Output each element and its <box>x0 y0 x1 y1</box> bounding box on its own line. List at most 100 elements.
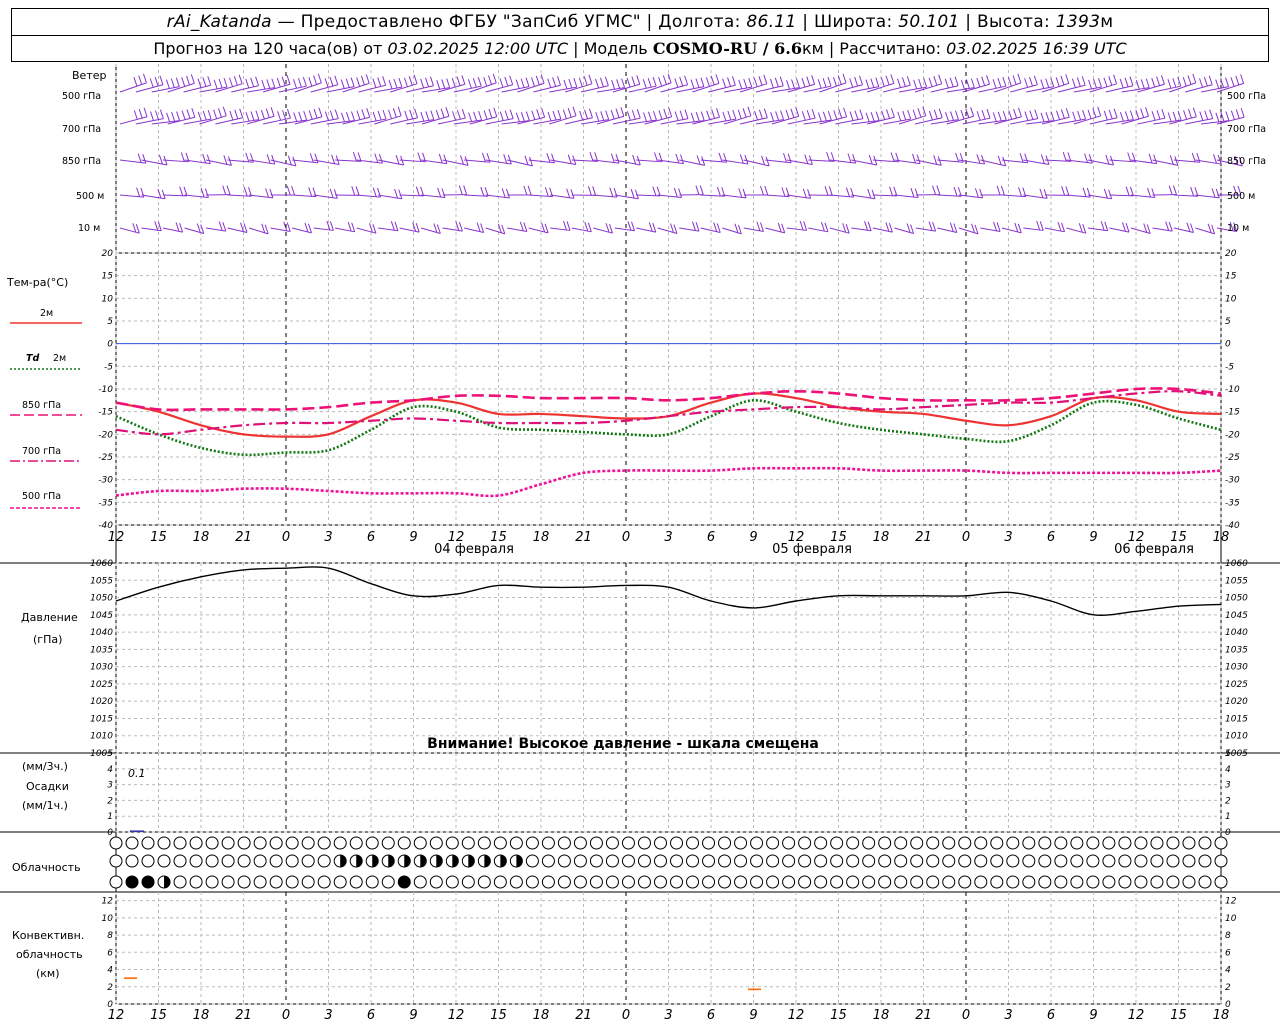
wind-barb-flag <box>436 80 441 90</box>
cloud-cover-symbol <box>670 854 684 868</box>
wind-barb-flag <box>250 77 255 87</box>
bottom-xtick-label: 6 <box>367 1008 375 1023</box>
temp-xtick-label: 9 <box>749 530 757 545</box>
temp-xtick-label: 9 <box>1089 530 1097 545</box>
legend-500-label: 500 гПа <box>22 491 61 502</box>
wind-barb-flag <box>838 108 843 119</box>
wind-barb-flag <box>1156 76 1161 86</box>
cloud-cover-symbol <box>910 836 924 850</box>
wind-barb-flag <box>1215 79 1220 89</box>
series-pressure-line <box>115 566 1222 616</box>
wind-barb <box>1087 194 1112 200</box>
cloud-cover-symbol <box>942 875 956 889</box>
cloud-cover-symbol <box>413 875 427 889</box>
wind-barb-flag <box>461 75 466 85</box>
wind-barb-flag <box>690 112 695 122</box>
wind-barb-flag <box>928 110 933 121</box>
wind-barb <box>292 194 317 198</box>
wind-barb-flag <box>826 151 831 162</box>
wind-barb-flag <box>981 110 986 120</box>
wind-barb <box>442 227 463 232</box>
precip-title: Осадки <box>26 780 69 793</box>
wind-barb-flag <box>897 111 902 122</box>
cloud-cover-symbol <box>269 875 283 889</box>
wind-barb-flag <box>700 111 705 121</box>
tick-labels: 20 2015 1510 105 50 0-5 -5-10 -10-15 -15-20 -20-2… <box>90 249 1248 1023</box>
cloud-cover-symbol <box>1182 836 1196 850</box>
cloud-cover-symbol <box>253 854 267 868</box>
cloud-cover-symbol <box>990 836 1004 850</box>
wind-barb-flag <box>179 223 184 233</box>
wind-barb-flag <box>875 77 880 87</box>
bottom-xtick-label: 9 <box>749 1008 757 1023</box>
wind-barb-flag <box>796 78 800 88</box>
cloud-cover-symbol <box>541 836 555 850</box>
cloud-cover-symbol <box>718 836 732 850</box>
wind-barb-flag <box>318 107 323 117</box>
wind-barb-flag <box>722 111 727 122</box>
wind-barb-flag <box>642 79 647 89</box>
cloud-cover-symbol <box>125 854 139 868</box>
cloud-cover-partial <box>484 855 491 867</box>
wind-barb <box>356 227 377 234</box>
wind-barb-flag <box>382 76 387 86</box>
wind-barb-flag <box>154 110 159 120</box>
wind-barb-flag <box>631 76 636 86</box>
wind-barb-flag <box>150 111 154 121</box>
wind-barb-flag <box>870 112 875 122</box>
wind-barb-flag <box>570 189 575 199</box>
wind-barb-flag <box>132 223 137 233</box>
cloud-cover-symbol <box>1118 875 1132 889</box>
wind-barb-flag <box>960 80 965 90</box>
wind-barb-flag <box>181 110 186 120</box>
temp-ytick-left: -30 <box>98 476 113 486</box>
wind-level-700hpa-left: 700 гПа <box>62 124 101 135</box>
wind-barb-flag <box>541 108 546 118</box>
cloud-cover-symbol <box>317 854 331 868</box>
cloud-cover-symbol <box>702 854 716 868</box>
wind-barb-flag <box>833 77 837 87</box>
wind-barb-flag <box>566 188 571 198</box>
wind-barb-flag <box>868 154 873 165</box>
wind-barb-flag <box>758 76 763 86</box>
wind-barb-flag <box>149 78 154 88</box>
conv-ytick-right: 2 <box>1225 983 1231 993</box>
wind-barb-flag <box>1119 78 1124 89</box>
wind-barb-flag <box>180 152 185 162</box>
wind-barb-flag <box>1060 75 1065 86</box>
cloud-cover-symbol <box>253 836 267 850</box>
temp-ytick-right: 0 <box>1225 340 1231 350</box>
wind-barb <box>464 227 484 233</box>
wind-barb-flag <box>910 187 915 198</box>
wind-barb-flag <box>715 74 720 84</box>
wind-barb-flag <box>643 112 647 122</box>
wind-barb-flag <box>799 220 804 231</box>
precip-ytick-left: 4 <box>107 765 113 775</box>
wind-barb-flag <box>472 78 477 88</box>
pressure-ytick-left: 1060 <box>90 559 113 569</box>
wind-barb-flag <box>764 185 769 196</box>
wind-barb <box>1173 227 1194 233</box>
cloud-cover-symbol <box>445 836 459 850</box>
wind-barb-flag <box>912 109 917 119</box>
temp-xtick-label: 0 <box>622 530 630 545</box>
wind-barb-flag <box>552 77 557 87</box>
wind-barb-flag <box>652 77 657 87</box>
wind-barb-flag <box>806 76 811 86</box>
wind-barb-flag <box>1174 156 1179 166</box>
cloud-cover-symbol <box>141 875 155 889</box>
bottom-xtick-label: 21 <box>915 1008 932 1023</box>
wind-barb-flag <box>737 224 742 235</box>
wind-barb-flag <box>684 75 689 85</box>
cloud-cover-symbol <box>189 836 203 850</box>
wind-barb-flag <box>133 110 138 120</box>
wind-barb <box>421 194 446 199</box>
wind-barb <box>507 227 527 232</box>
wind-barb-flag <box>1017 107 1022 117</box>
wind-barb-flag <box>955 110 959 120</box>
wind-barb-flag <box>890 152 895 162</box>
cloud-cover-symbol <box>237 836 251 850</box>
wind-barb-flag <box>791 79 795 89</box>
wind-barb-flag <box>1108 76 1113 86</box>
wind-barb-flag <box>1151 111 1156 121</box>
